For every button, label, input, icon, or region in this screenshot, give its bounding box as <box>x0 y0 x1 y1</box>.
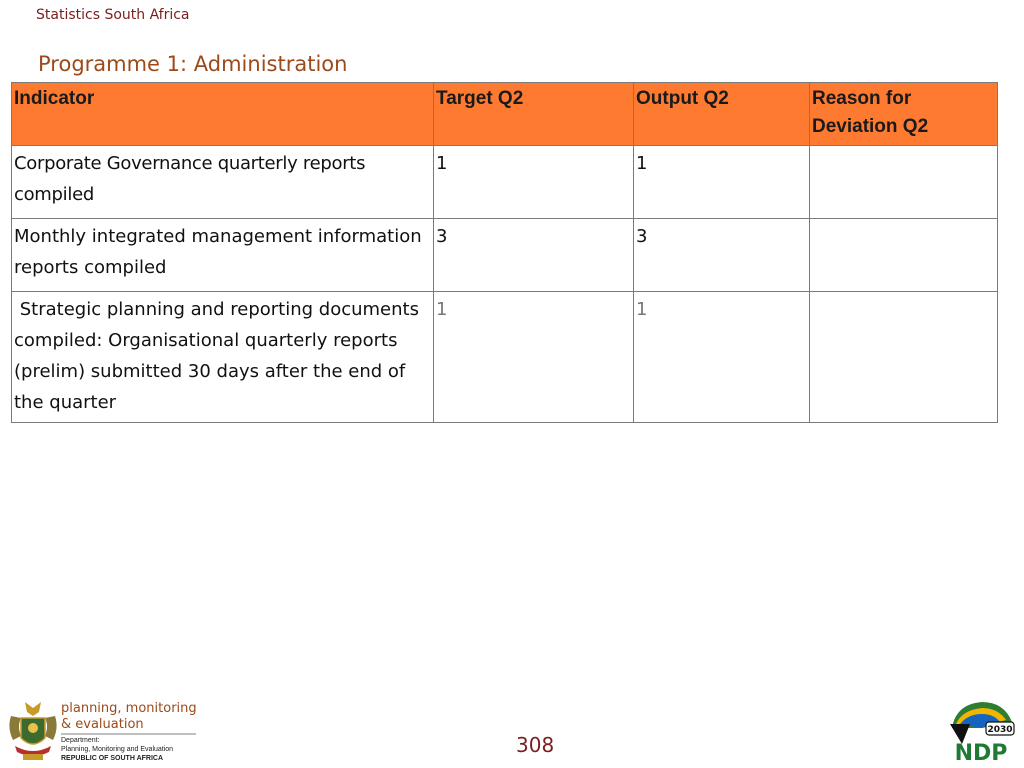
deviation-cell <box>809 218 998 292</box>
output-cell: 1 <box>633 291 810 423</box>
output-cell: 3 <box>633 218 810 292</box>
table-row: Monthly integrated management informatio… <box>11 218 998 292</box>
coat-of-arms-icon: planning, monitoring & evaluation Depart… <box>9 701 197 762</box>
header-target-q2: Target Q2 <box>433 82 634 146</box>
dpme-dept-name: Planning, Monitoring and Evaluation <box>61 746 173 753</box>
dpme-dept-label: Department: <box>61 737 100 744</box>
dpme-country: REPUBLIC OF SOUTH AFRICA <box>61 755 163 762</box>
dpme-logo-line2: & evaluation <box>61 717 144 732</box>
target-cell: 3 <box>433 218 634 292</box>
output-cell: 1 <box>633 145 810 219</box>
dpme-logo-line1: planning, monitoring <box>61 701 197 716</box>
header-indicator: Indicator <box>11 82 434 146</box>
indicator-cell: Monthly integrated management informatio… <box>11 218 434 292</box>
ndp-2030-icon: 2030 NDP <box>950 702 1015 766</box>
deviation-cell <box>809 291 998 423</box>
slide-title: Programme 1: Administration <box>38 52 348 76</box>
indicator-table: Indicator Target Q2 Output Q2 Reason for… <box>11 82 998 423</box>
page-number: 308 <box>516 733 555 757</box>
ndp-year: 2030 <box>987 725 1012 735</box>
indicator-cell: Corporate Governance quarterly reports c… <box>11 145 434 219</box>
target-cell: 1 <box>433 145 634 219</box>
organisation-name: Statistics South Africa <box>36 7 190 23</box>
ndp-logo: 2030 NDP <box>946 698 1016 766</box>
deviation-cell <box>809 145 998 219</box>
header-reason-for-deviation: Reason for Deviation Q2 <box>809 82 998 146</box>
header-output-q2: Output Q2 <box>633 82 810 146</box>
table-row: Strategic planning and reporting documen… <box>11 291 998 423</box>
dpme-logo: planning, monitoring & evaluation Depart… <box>3 698 203 764</box>
table-row: Corporate Governance quarterly reports c… <box>11 145 998 219</box>
indicator-cell: Strategic planning and reporting documen… <box>11 291 434 423</box>
target-cell: 1 <box>433 291 634 423</box>
ndp-text: NDP <box>955 741 1008 764</box>
table-header-row: Indicator Target Q2 Output Q2 Reason for… <box>11 82 998 146</box>
